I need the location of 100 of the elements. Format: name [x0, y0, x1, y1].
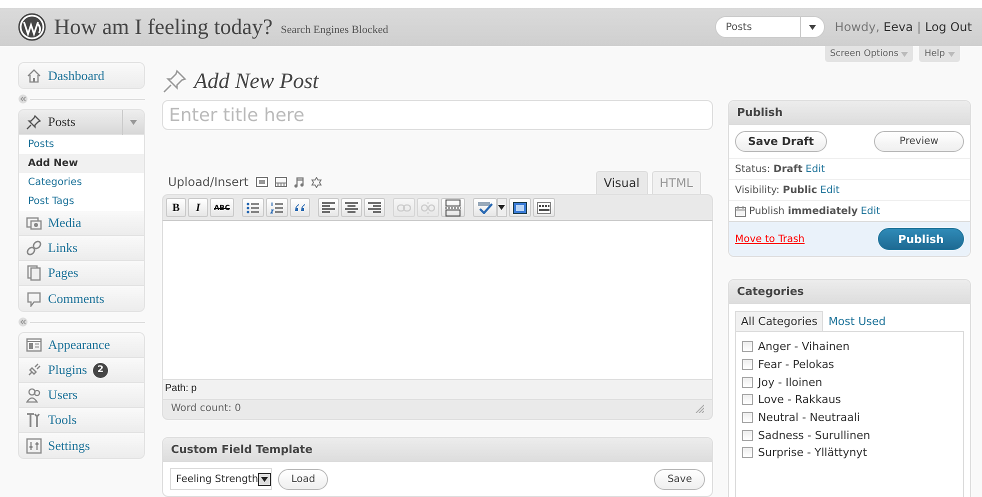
category-label: Surprise - Yllättynyt	[758, 446, 868, 460]
align-center-icon	[344, 202, 358, 214]
checkbox[interactable]	[742, 341, 753, 352]
search-engines-notice: Search Engines Blocked	[280, 24, 388, 36]
caret-icon	[948, 52, 955, 56]
numbers-button[interactable]	[266, 198, 288, 217]
star-burst-icon[interactable]	[310, 176, 322, 188]
submenu-item[interactable]: Add New	[19, 154, 144, 173]
edit-link[interactable]: Edit	[860, 206, 880, 216]
category-tab[interactable]: All Categories	[735, 311, 824, 331]
music-note-icon[interactable]	[294, 176, 304, 188]
image-icon[interactable]	[256, 177, 268, 187]
menu-label: Settings	[48, 438, 90, 454]
checkbox[interactable]	[742, 359, 753, 370]
more-button[interactable]	[440, 198, 465, 217]
broken-chain-icon	[420, 202, 435, 214]
menu-label: Appearance	[48, 337, 110, 353]
align-center-button[interactable]	[340, 198, 362, 217]
post-status: Status: Draft	[735, 164, 803, 174]
align-left-button[interactable]	[318, 198, 339, 217]
page-break-icon	[444, 198, 461, 216]
box-title: Categories	[729, 280, 970, 304]
box-title: Custom Field Template	[163, 438, 712, 462]
submenu-item[interactable]: Posts	[19, 135, 144, 154]
checkbox[interactable]	[742, 412, 753, 424]
title-field[interactable]: Enter title here	[162, 100, 713, 130]
logo-icon	[18, 13, 46, 41]
preview-button[interactable]: Preview	[874, 131, 964, 152]
template-select[interactable]: Feeling Strength	[170, 468, 272, 490]
publish-date: Publish immediately	[749, 206, 858, 216]
menu-item[interactable]: Media	[19, 211, 144, 236]
bulleted-list-icon	[246, 200, 260, 214]
load-button[interactable]: Load	[278, 468, 328, 490]
resize-handle-icon[interactable]	[694, 403, 704, 413]
favorites-dropdown[interactable]: Posts	[714, 16, 825, 38]
word-count: Word count: 0	[171, 403, 242, 416]
caret-icon	[808, 24, 816, 30]
menu-item[interactable]: Appearance	[19, 333, 144, 358]
bullets-button[interactable]	[242, 198, 264, 217]
film-icon[interactable]	[274, 177, 287, 187]
submenu-item[interactable]: Post Tags	[19, 192, 144, 211]
window-icon	[26, 337, 42, 353]
save-draft-button[interactable]: Save Draft	[735, 131, 827, 152]
submenu-item[interactable]: Categories	[19, 173, 144, 192]
menu-item[interactable]: Dashboard	[19, 63, 144, 88]
screen-meta-tab[interactable]: Help	[919, 46, 960, 62]
align-left-icon	[322, 202, 335, 214]
upload-insert-label: Upload/Insert	[168, 175, 249, 189]
user-link[interactable]: Eeva	[884, 20, 913, 34]
category-label: Fear - Pelokas	[758, 358, 834, 372]
collapse-arrow-icon[interactable]	[18, 317, 28, 327]
spellcheck-icon	[476, 201, 493, 214]
site-title[interactable]: How am I feeling today?	[54, 14, 273, 40]
category-tab[interactable]: Most Used	[823, 311, 891, 331]
quote-button[interactable]	[290, 198, 310, 217]
fullscreen-button[interactable]	[508, 198, 531, 217]
menu-item[interactable]: Settings	[19, 433, 144, 458]
category-label: Sadness - Surullinen	[758, 428, 870, 442]
save-button[interactable]: Save	[654, 468, 705, 490]
element-path: Path: p	[165, 383, 197, 394]
menu-item[interactable]: Plugins 2	[19, 358, 144, 383]
category-label: Neutral - Neutraali	[758, 411, 860, 424]
fullscreen-icon	[512, 202, 527, 214]
edit-link[interactable]: Edit	[820, 184, 840, 196]
spellcheck-dropdown[interactable]	[496, 198, 507, 217]
screen-meta-tab[interactable]: Screen Options	[824, 46, 914, 62]
checkbox[interactable]	[742, 430, 753, 441]
pages-icon	[26, 265, 42, 281]
pushpin-icon	[26, 114, 42, 130]
move-to-trash-link[interactable]: Move to Trash	[735, 234, 805, 244]
chain-icon	[396, 204, 411, 212]
collapse-arrow-icon[interactable]	[18, 94, 28, 104]
menu-label: Users	[48, 387, 78, 403]
category-label: Love - Rakkaus	[758, 393, 842, 406]
spellcheck-button[interactable]	[472, 198, 497, 217]
menu-item[interactable]: Tools	[19, 408, 144, 433]
align-right-icon	[368, 202, 381, 214]
menu-label: Tools	[48, 412, 77, 428]
checkbox[interactable]	[742, 376, 753, 388]
menu-item[interactable]: Comments	[19, 286, 144, 311]
publish-button[interactable]: Publish	[878, 228, 964, 250]
checkbox[interactable]	[742, 394, 753, 406]
kitchen-sink-button[interactable]	[532, 198, 555, 217]
toolbar-toggle-icon	[536, 202, 551, 214]
menu-item[interactable]: Pages	[19, 261, 144, 286]
sliders-icon	[26, 438, 42, 454]
bold-button[interactable]: B	[166, 198, 186, 217]
menu-item[interactable]: Users	[19, 383, 144, 408]
checkbox[interactable]	[742, 447, 753, 458]
photo-icon	[26, 215, 42, 231]
menu-item[interactable]: Posts	[19, 110, 144, 135]
separator: |	[916, 20, 921, 34]
category-label: Anger - Vihainen	[758, 340, 850, 354]
editor-tab[interactable]: Visual	[596, 171, 648, 194]
italic-button[interactable]: I	[188, 198, 208, 217]
edit-link[interactable]: Edit	[806, 164, 825, 174]
speech-bubble-icon	[26, 290, 42, 306]
menu-item[interactable]: Links	[19, 236, 144, 261]
logout-link[interactable]: Log Out	[924, 20, 972, 34]
align-right-button[interactable]	[364, 198, 385, 217]
